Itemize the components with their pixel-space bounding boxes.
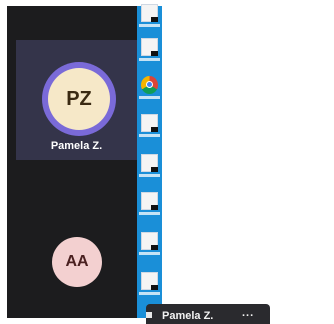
- avatar[interactable]: AA: [52, 237, 102, 287]
- file-icon[interactable]: [141, 114, 158, 132]
- icon-caption: [139, 252, 160, 255]
- more-options-icon[interactable]: ...: [242, 307, 254, 319]
- participant-tile-active[interactable]: PZ Pamela Z.: [16, 40, 137, 160]
- participant-tooltip[interactable]: Pamela Z. ...: [146, 304, 270, 324]
- icon-caption: [139, 292, 160, 295]
- window-icon: [146, 312, 152, 318]
- icon-caption: [139, 212, 160, 215]
- avatar-initials: AA: [65, 253, 89, 270]
- file-icon[interactable]: [141, 272, 158, 290]
- file-icon[interactable]: [141, 232, 158, 250]
- file-icon[interactable]: [141, 154, 158, 172]
- icon-caption: [139, 134, 160, 137]
- icon-caption: [139, 24, 160, 27]
- icon-caption: [139, 174, 160, 177]
- file-icon[interactable]: [141, 4, 158, 22]
- avatar-initials: PZ: [66, 87, 92, 110]
- meeting-participants-panel: PZ Pamela Z. AA: [7, 6, 137, 318]
- desktop-background: [137, 4, 162, 318]
- screen: PZ Pamela Z. AA Pamela Z. ...: [0, 0, 334, 324]
- chrome-icon[interactable]: [141, 76, 158, 94]
- avatar: PZ: [48, 68, 110, 130]
- file-icon[interactable]: [141, 192, 158, 210]
- icon-caption: [139, 58, 160, 61]
- tooltip-participant-name: Pamela Z.: [162, 310, 214, 322]
- file-icon[interactable]: [141, 38, 158, 56]
- participant-name: Pamela Z.: [50, 140, 103, 152]
- icon-caption: [139, 96, 160, 99]
